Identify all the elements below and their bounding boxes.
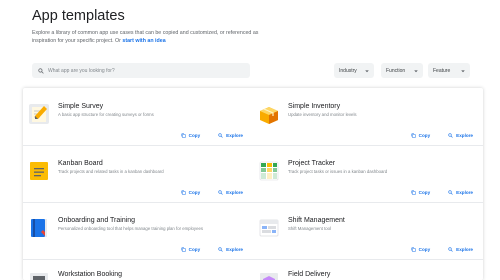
desk-icon [30,273,48,280]
copy-button[interactable]: Copy [411,190,430,195]
template-card-onboarding-and-training[interactable]: Onboarding and Training Personalized onb… [23,214,253,271]
search-icon [448,190,453,195]
template-card-shift-management[interactable]: Shift Management Shift Management tool C… [253,214,483,271]
copy-label: Copy [188,190,201,195]
industry-filter-label: Industry [339,67,357,74]
copy-icon [181,247,186,252]
explore-label: Explore [226,190,243,195]
template-description: Personalized onboarding tool that helps … [58,226,203,231]
explore-button[interactable]: Explore [218,133,243,138]
templates-grid: Simple Survey A basic app structure for … [23,88,483,280]
template-card-field-delivery[interactable]: Field Delivery [253,268,483,280]
page-description: Explore a library of common app use case… [32,29,282,45]
spreadsheet-icon [259,161,279,181]
copy-icon [181,133,186,138]
template-description: Shift Management tool [288,226,331,231]
search-icon [218,190,223,195]
template-card-workstation-booking[interactable]: Workstation Booking [23,268,253,280]
function-filter[interactable]: Function [381,63,423,78]
template-card-simple-inventory[interactable]: Simple Inventory Update inventory and mo… [253,100,483,157]
template-description: A basic app structure for creating surve… [58,112,154,117]
copy-label: Copy [188,133,201,138]
template-description: Update inventory and monitor levels [288,112,357,117]
function-filter-label: Function [386,67,406,74]
template-title: Simple Survey [58,103,104,110]
search-input[interactable] [48,67,228,74]
copy-icon [411,247,416,252]
template-title: Kanban Board [58,160,103,167]
template-title: Simple Inventory [288,103,341,110]
template-description: Track projects and related tasks in a ka… [58,169,164,174]
explore-button[interactable]: Explore [448,247,473,252]
copy-button[interactable]: Copy [181,247,200,252]
copy-label: Copy [418,190,431,195]
chevron-down-icon [414,69,418,72]
explore-button[interactable]: Explore [448,190,473,195]
copy-icon [411,190,416,195]
book-icon [31,219,47,237]
explore-label: Explore [456,190,473,195]
template-title: Shift Management [288,217,345,224]
calendar-icon [259,219,279,237]
explore-label: Explore [226,247,243,252]
copy-icon [181,190,186,195]
chevron-down-icon [365,69,369,72]
feature-filter-label: Feature [433,67,451,74]
box-icon [260,107,278,124]
industry-filter[interactable]: Industry [334,63,374,78]
explore-label: Explore [226,133,243,138]
copy-button[interactable]: Copy [181,190,200,195]
notepad-pencil-icon [29,104,49,124]
search-icon [38,67,44,74]
explore-label: Explore [456,133,473,138]
search-icon [448,133,453,138]
explore-label: Explore [456,247,473,252]
template-description: Track project tasks or issues in a kanba… [288,169,388,174]
page-title: App templates [32,8,125,24]
copy-button[interactable]: Copy [181,133,200,138]
copy-label: Copy [418,247,431,252]
search-icon [218,133,223,138]
delivery-box-icon [260,273,278,280]
feature-filter[interactable]: Feature [428,63,470,78]
copy-label: Copy [188,247,201,252]
template-title: Field Delivery [288,271,331,278]
sticky-note-icon [30,162,48,180]
start-with-idea-link[interactable]: start with an idea [122,38,165,44]
template-title: Onboarding and Training [58,217,136,224]
copy-label: Copy [418,133,431,138]
explore-button[interactable]: Explore [218,190,243,195]
search-icon [448,247,453,252]
copy-button[interactable]: Copy [411,133,430,138]
explore-button[interactable]: Explore [448,133,473,138]
template-card-kanban-board[interactable]: Kanban Board Track projects and related … [23,157,253,214]
copy-icon [411,133,416,138]
search-icon [218,247,223,252]
template-title: Workstation Booking [58,271,123,278]
copy-button[interactable]: Copy [411,247,430,252]
template-card-project-tracker[interactable]: Project Tracker Track project tasks or i… [253,157,483,214]
search-bar[interactable] [32,63,250,78]
template-title: Project Tracker [288,160,336,167]
chevron-down-icon [461,69,465,72]
template-card-simple-survey[interactable]: Simple Survey A basic app structure for … [23,100,253,157]
explore-button[interactable]: Explore [218,247,243,252]
